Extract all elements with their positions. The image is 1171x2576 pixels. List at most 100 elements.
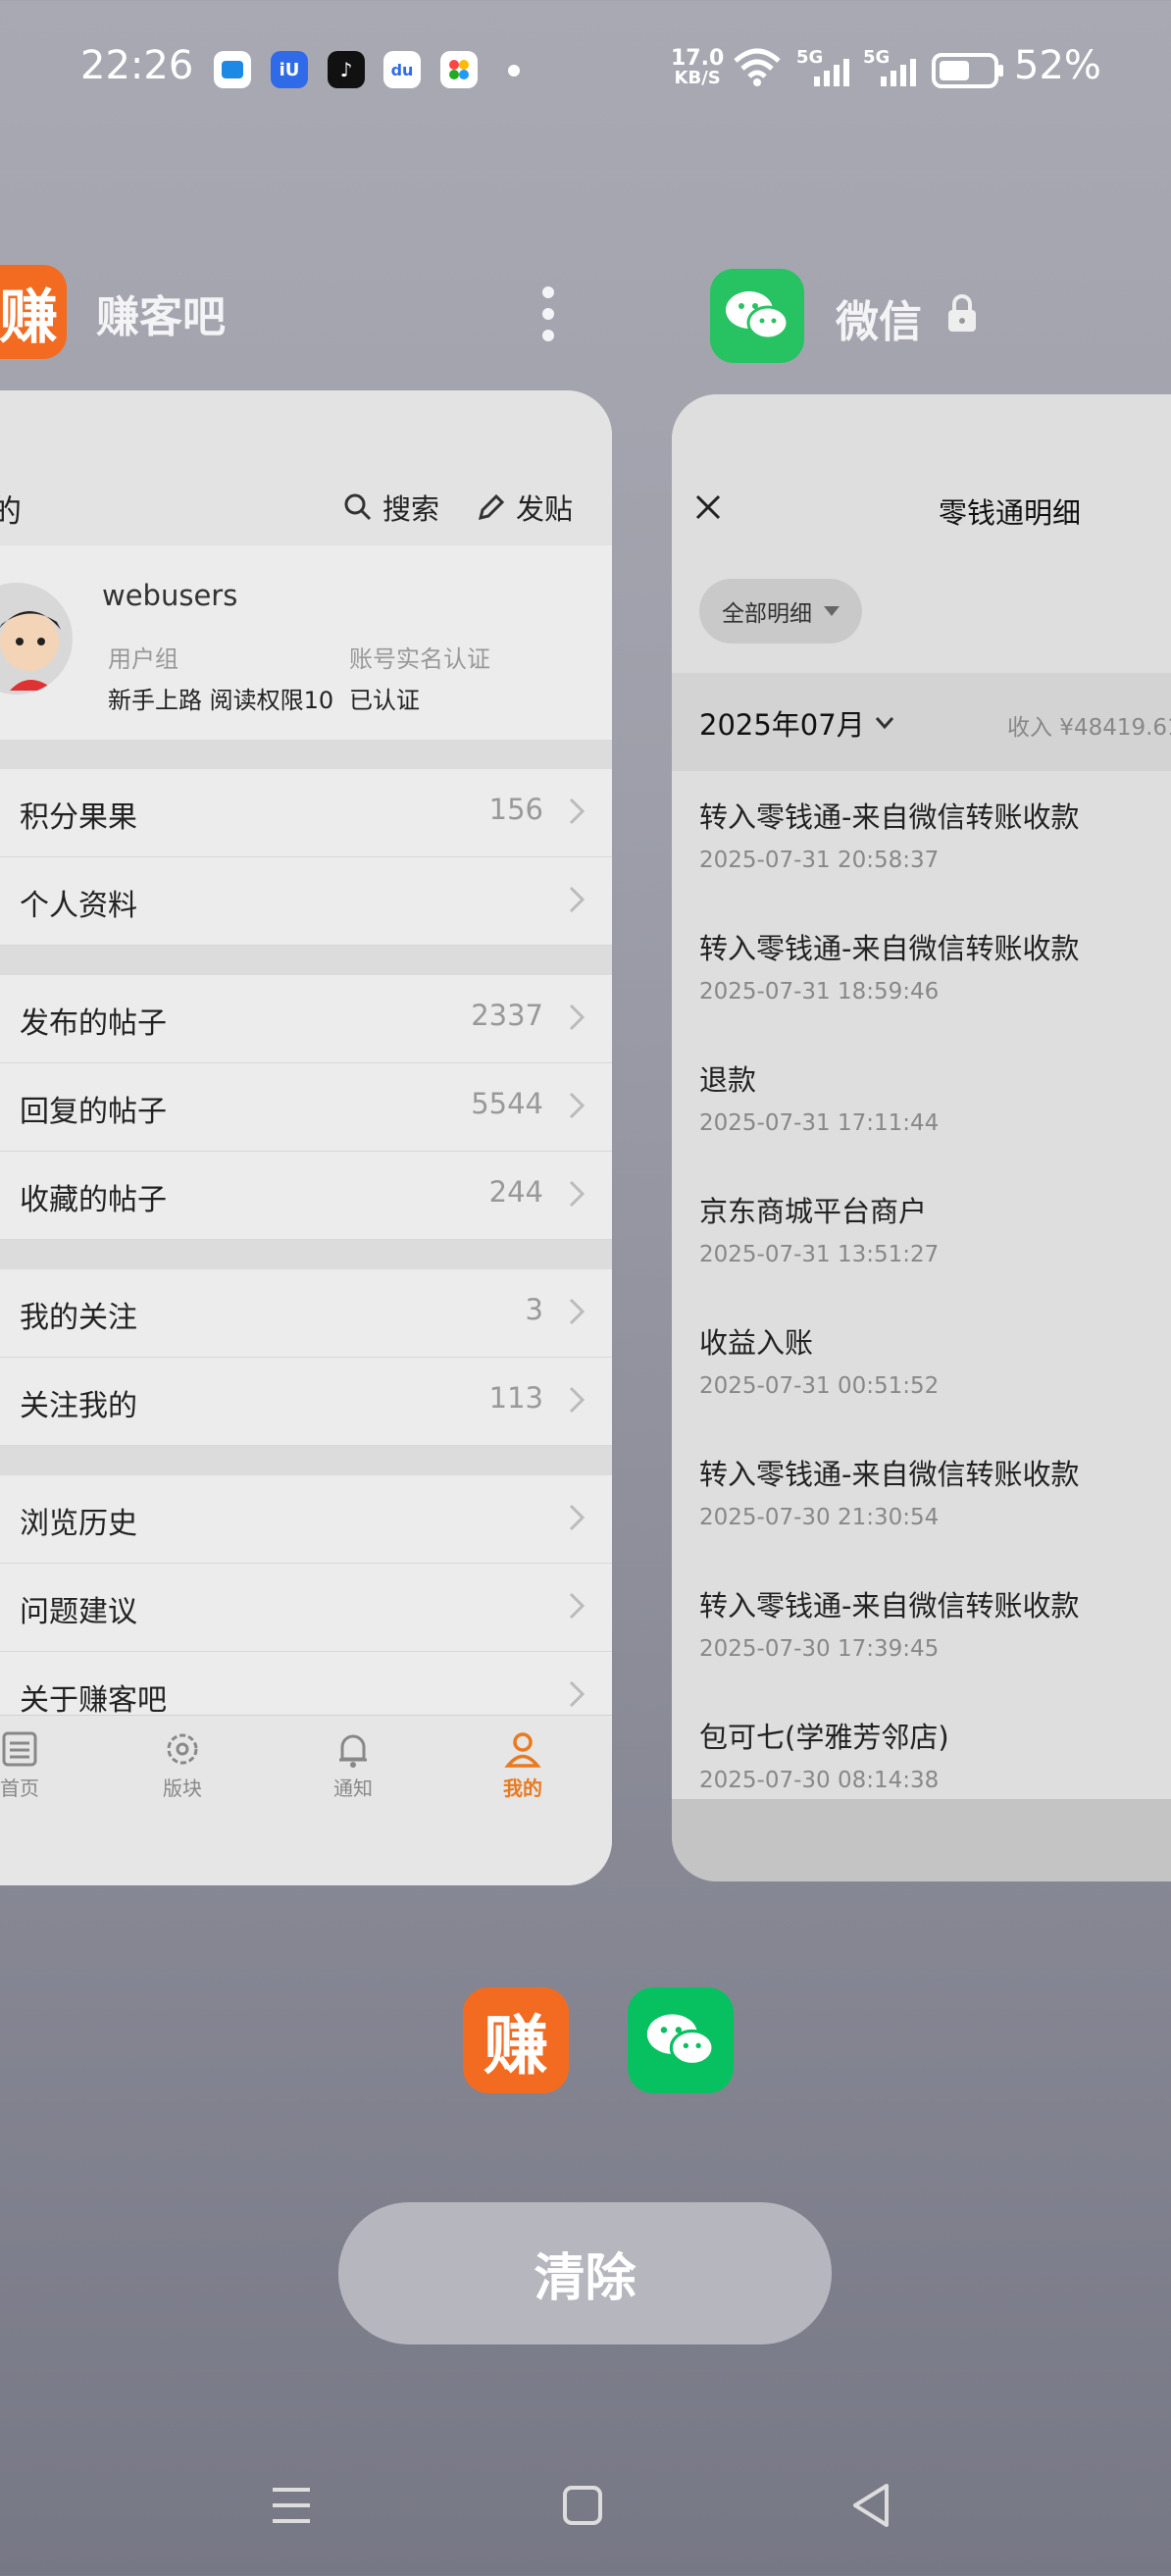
forums-gear-icon (167, 1733, 198, 1765)
menu-item-label: 积分果果 (20, 800, 137, 835)
section-divider (0, 740, 612, 769)
month-selector[interactable]: 2025年07月 (699, 702, 894, 744)
avatar[interactable] (0, 583, 73, 695)
card-footer (672, 1799, 1171, 1881)
menu-item-my-posts[interactable]: 发布的帖子 2337 (0, 975, 612, 1063)
home-list-icon (2, 1731, 37, 1767)
transaction-time: 2025-07-31 20:58:37 (699, 848, 940, 873)
transaction-time: 2025-07-31 18:59:46 (699, 979, 940, 1005)
filter-dropdown[interactable]: 全部明细 (699, 579, 862, 644)
menu-item-history[interactable]: 浏览历史 (0, 1475, 612, 1564)
status-time: 22:26 (80, 43, 194, 88)
zhuankeba-app-icon[interactable]: 赚 (0, 265, 67, 359)
menu-item-points[interactable]: 积分果果 156 (0, 769, 612, 857)
menu-item-followers[interactable]: 关注我的 113 (0, 1358, 612, 1446)
section-divider (0, 946, 612, 975)
transaction-time: 2025-07-30 17:39:45 (699, 1636, 940, 1662)
menu-item-label: 回复的帖子 (20, 1095, 167, 1129)
user-group-label: 用户组 (108, 645, 178, 673)
bell-icon (339, 1734, 367, 1768)
wechat-task-card[interactable]: 零钱通明细 全部明细 2025年07月 收入 ¥48419.61 转入零钱通-来… (672, 394, 1171, 1881)
nav-home-label: 首页 (0, 1777, 39, 1800)
notification-baidu-icon: du (383, 51, 421, 88)
chevron-right-icon (569, 1004, 586, 1031)
clear-all-button[interactable]: 清除 (338, 2202, 832, 2344)
menu-item-feedback[interactable]: 问题建议 (0, 1564, 612, 1652)
nav-me[interactable]: 我的 (493, 1729, 552, 1801)
nav-forums[interactable]: 版块 (153, 1729, 212, 1801)
home-icon[interactable] (561, 2484, 604, 2527)
filter-label: 全部明细 (722, 601, 812, 627)
menu-item-label: 浏览历史 (20, 1507, 137, 1541)
nav-me-label: 我的 (503, 1777, 542, 1800)
transaction-item[interactable]: 转入零钱通-来自微信转账收款 2025-07-31 18:59:46 (672, 902, 1171, 1035)
wechat-app-icon[interactable] (710, 269, 804, 363)
chevron-right-icon (569, 1592, 586, 1620)
network-speed: 17.0 KB/S (671, 48, 724, 88)
transaction-title: 收益入账 (699, 1326, 814, 1360)
user-group-value: 新手上路 阅读权限10 (108, 687, 334, 714)
transaction-time: 2025-07-31 13:51:27 (699, 1242, 940, 1267)
profile-section[interactable]: webusers 用户组 新手上路 阅读权限10 账号实名认证 已认证 (0, 545, 612, 740)
status-bar: 22:26 iU ♪ du 17.0 KB/S 5G 5G 52% (0, 0, 1171, 137)
menu-item-profile[interactable]: 个人资料 (0, 857, 612, 946)
cell-signal-1-icon: 5G (796, 47, 851, 86)
chevron-right-icon (569, 1386, 586, 1414)
bottom-nav: 首页 版块 通知 我的 (0, 1715, 612, 1885)
more-options-icon[interactable] (537, 284, 559, 343)
transaction-item[interactable]: 转入零钱通-来自微信转账收款 2025-07-31 20:58:37 (672, 771, 1171, 903)
section-divider (0, 1240, 612, 1269)
close-icon[interactable] (693, 492, 723, 522)
page-title-partial: 的 (0, 492, 23, 530)
menu-item-my-replies[interactable]: 回复的帖子 5544 (0, 1063, 612, 1152)
nav-notifications[interactable]: 通知 (324, 1729, 382, 1801)
transaction-time: 2025-07-31 17:11:44 (699, 1110, 940, 1136)
cell-signal-2-icon: 5G (863, 47, 918, 86)
caret-down-icon (824, 606, 840, 616)
transaction-item[interactable]: 京东商城平台商户 2025-07-31 13:51:27 (672, 1165, 1171, 1298)
chevron-right-icon (569, 1680, 586, 1708)
transaction-item[interactable]: 收益入账 2025-07-31 00:51:52 (672, 1297, 1171, 1429)
transaction-item[interactable]: 转入零钱通-来自微信转账收款 2025-07-30 17:39:45 (672, 1560, 1171, 1692)
search-label: 搜索 (382, 492, 440, 526)
chevron-right-icon (569, 1504, 586, 1531)
chevron-right-icon (569, 1180, 586, 1208)
search-button[interactable]: 搜索 (343, 487, 439, 528)
transaction-item[interactable]: 退款 2025-07-31 17:11:44 (672, 1034, 1171, 1166)
zhuankeba-task-card[interactable]: 的 搜索 发贴 webusers 用户组 新手上路 阅读权限10 账号实名认证 … (0, 390, 612, 1885)
menu-item-label: 关注我的 (20, 1389, 137, 1423)
transaction-item[interactable]: 转入零钱通-来自微信转账收款 2025-07-30 21:30:54 (672, 1428, 1171, 1561)
page-title: 零钱通明细 (939, 496, 1082, 530)
month-label: 2025年07月 (699, 708, 865, 742)
dock-zhuankeba-icon[interactable]: 赚 (463, 1987, 569, 2093)
new-post-button[interactable]: 发贴 (477, 487, 573, 528)
transaction-title: 包可七(学雅芳邻店) (699, 1721, 949, 1754)
verification-value: 已认证 (349, 687, 420, 714)
menu-item-favorites[interactable]: 收藏的帖子 244 (0, 1152, 612, 1240)
chevron-right-icon (569, 1298, 586, 1325)
new-post-label: 发贴 (516, 492, 574, 526)
month-header: 2025年07月 收入 ¥48419.61 (672, 673, 1171, 771)
back-icon[interactable] (849, 2482, 892, 2529)
dock-wechat-icon[interactable] (628, 1987, 734, 2093)
transaction-time: 2025-07-30 21:30:54 (699, 1505, 940, 1530)
username: webusers (102, 579, 238, 612)
wechat-top-bar: 零钱通明细 (672, 394, 1171, 549)
zhuankeba-top-bar: 的 搜索 发贴 (0, 390, 612, 545)
menu-item-label: 发布的帖子 (20, 1006, 167, 1041)
nav-home[interactable]: 首页 (0, 1729, 49, 1801)
lock-icon[interactable] (945, 292, 979, 334)
transaction-title: 转入零钱通-来自微信转账收款 (699, 1589, 1080, 1623)
battery-percent: 52% (1014, 43, 1101, 88)
wifi-icon (734, 48, 781, 86)
menu-item-count: 2337 (471, 999, 543, 1032)
menu-item-count: 5544 (471, 1087, 543, 1120)
chevron-right-icon (569, 886, 586, 913)
notification-browser-app-icon: iU (271, 51, 308, 88)
chevron-down-icon (875, 717, 893, 730)
recent-apps-icon[interactable] (269, 2484, 314, 2527)
menu-item-label: 收藏的帖子 (20, 1183, 167, 1217)
menu-item-following[interactable]: 我的关注 3 (0, 1269, 612, 1358)
menu-item-count: 244 (488, 1175, 543, 1209)
transaction-time: 2025-07-31 00:51:52 (699, 1373, 940, 1399)
